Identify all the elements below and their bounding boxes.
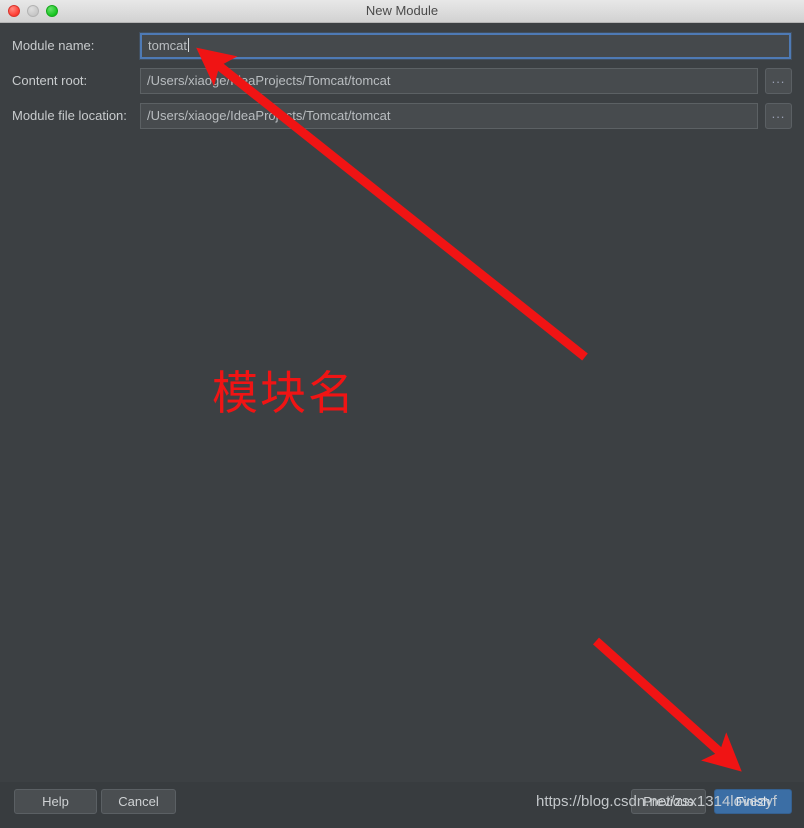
module-file-location-label: Module file location: <box>12 108 127 123</box>
content-root-label: Content root: <box>12 73 88 88</box>
content-root-browse-button[interactable]: ... <box>765 68 792 94</box>
content-root-input[interactable]: /Users/xiaoge/IdeaProjects/Tomcat/tomcat <box>140 68 758 94</box>
module-file-location-input[interactable]: /Users/xiaoge/IdeaProjects/Tomcat/tomcat <box>140 103 758 129</box>
module-name-label: Module name: <box>12 38 95 53</box>
module-form: Module name: tomcat Content root: /Users… <box>0 23 804 782</box>
form-row-module-file-location: Module file location: /Users/xiaoge/Idea… <box>0 103 804 129</box>
text-caret <box>188 38 190 52</box>
window-title: New Module <box>365 3 439 18</box>
window-titlebar: New Module <box>0 0 804 23</box>
help-button[interactable]: Help <box>14 789 97 814</box>
form-row-content-root: Content root: /Users/xiaoge/IdeaProjects… <box>0 68 804 94</box>
form-row-module-name: Module name: tomcat <box>0 33 804 59</box>
new-module-dialog: New Module Module name: tomcat Content r… <box>0 0 804 828</box>
cancel-button[interactable]: Cancel <box>101 789 176 814</box>
module-name-input[interactable]: tomcat <box>140 33 791 59</box>
watermark-text: https://blog.csdn.net/zsx1314lovezyf <box>536 793 777 810</box>
module-name-value: tomcat <box>148 38 188 53</box>
annotation-label: 模块名 <box>212 366 356 420</box>
module-file-location-browse-button[interactable]: ... <box>765 103 792 129</box>
